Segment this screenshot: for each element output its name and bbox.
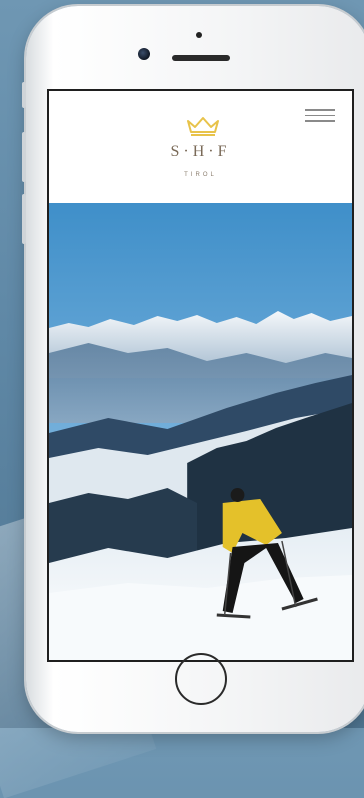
home-button-icon[interactable] [175,653,227,705]
mute-switch [22,82,26,108]
logo-subtitle: TIROL [184,172,217,178]
hamburger-menu-icon[interactable] [305,109,335,125]
phone-screen: S·H·F TIROL [47,89,354,662]
crown-icon [187,117,219,136]
logo-text[interactable]: S·H·F [49,143,352,161]
volume-down-button [22,194,26,244]
site-header: S·H·F TIROL [49,91,352,203]
volume-up-button [22,132,26,182]
hero-image [49,203,352,660]
earpiece-speaker [172,55,230,61]
smartphone-frame: S·H·F TIROL [22,6,364,732]
proximity-sensor [196,32,202,38]
front-camera-icon [138,48,150,60]
